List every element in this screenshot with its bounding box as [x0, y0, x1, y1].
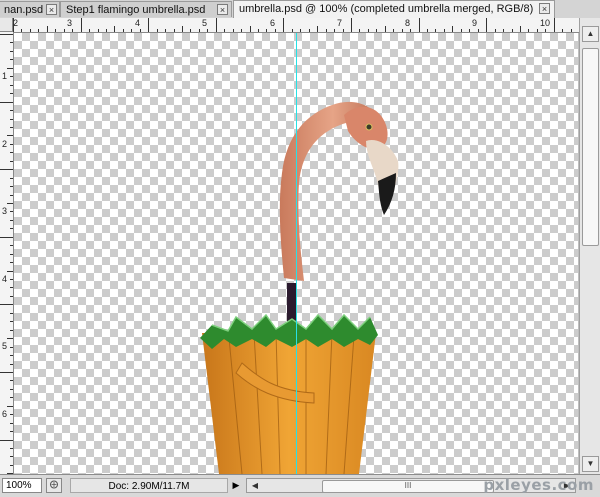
vertical-scroll-thumb[interactable] [582, 48, 599, 246]
tab-label: nan.psd [4, 4, 44, 16]
tab-step1-flamingo-umbrella[interactable]: Step1 flamingo umbrella.psd × [60, 1, 232, 17]
vertical-ruler[interactable]: 1 2 3 4 5 6 [0, 32, 14, 474]
zoom-menu-icon[interactable] [46, 478, 62, 493]
scroll-up-icon[interactable]: ▲ [582, 26, 599, 42]
ruler-ticks [13, 18, 580, 32]
document-tab-bar: nan.psd × Step1 flamingo umbrella.psd × … [0, 0, 600, 19]
ruler-ticks [0, 34, 13, 474]
close-icon[interactable]: × [217, 4, 228, 15]
close-icon[interactable]: × [46, 4, 57, 15]
document-canvas[interactable] [14, 33, 578, 474]
vertical-guide-line[interactable] [296, 33, 297, 474]
close-icon[interactable]: × [539, 3, 550, 14]
document-size-info[interactable]: Doc: 2.90M/11.7M [70, 478, 228, 493]
tab-nan-psd[interactable]: nan.psd × [0, 1, 60, 17]
doc-info-menu-icon[interactable]: ▶ [230, 479, 242, 492]
zoom-level-field[interactable]: 100% [2, 478, 42, 493]
horizontal-scroll-thumb[interactable]: III [322, 480, 494, 493]
flamingo-eye [365, 123, 373, 131]
horizontal-ruler[interactable]: 2 3 4 5 6 7 8 9 10 [13, 18, 587, 33]
tab-label: umbrella.psd @ 100% (completed umbrella … [239, 3, 534, 15]
ruler-origin[interactable] [0, 18, 13, 32]
umbrella-canopy [202, 333, 376, 474]
tab-label: Step1 flamingo umbrella.psd [66, 4, 206, 16]
vertical-scrollbar[interactable]: ▲ ▼ [579, 18, 600, 474]
scroll-left-icon[interactable]: ◀ [248, 479, 262, 492]
tab-umbrella-active[interactable]: umbrella.psd @ 100% (completed umbrella … [233, 0, 555, 18]
scroll-down-icon[interactable]: ▼ [582, 456, 599, 472]
watermark-logo: pxleyes.com [483, 476, 594, 494]
